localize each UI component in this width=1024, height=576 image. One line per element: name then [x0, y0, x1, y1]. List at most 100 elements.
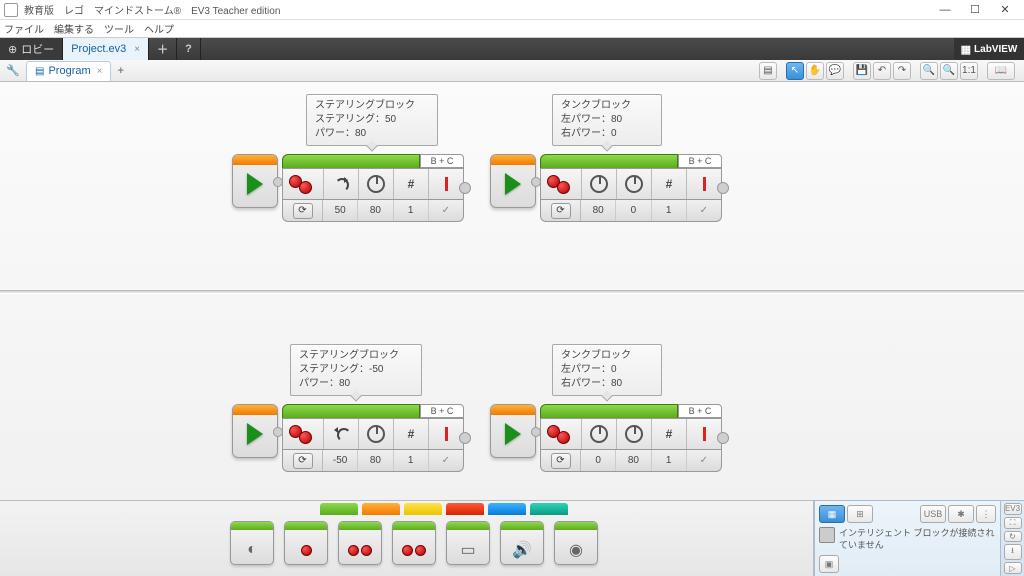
param-rotations-icon: [393, 169, 428, 199]
doc-button[interactable]: ▤: [759, 62, 777, 80]
comment-box[interactable]: ステアリングブロック ステアリング：50 パワー：80: [306, 94, 438, 146]
move-steering-block[interactable]: B + C ⟳ 50 80 1 ✓: [282, 154, 464, 222]
play-icon: [505, 423, 521, 445]
port-selector[interactable]: B + C: [678, 404, 722, 418]
value-rotations[interactable]: 1: [652, 450, 687, 471]
move-steering-block[interactable]: B + C ⟳ -50 80 1 ✓: [282, 404, 464, 472]
palette-tab-myblocks[interactable]: [530, 503, 568, 515]
connection-bluetooth-button[interactable]: ✱: [948, 505, 974, 523]
value-rotations[interactable]: 1: [652, 200, 687, 221]
block-sequence: B + C ⟳ -50 80 1 ✓: [232, 404, 464, 472]
comment-box[interactable]: タンクブロック 左パワー：0 右パワー：80: [552, 344, 662, 396]
program-canvas[interactable]: ステアリングブロック ステアリング：50 パワー：80 タンクブロック 左パワー…: [0, 82, 1024, 500]
menu-file[interactable]: ファイル: [4, 21, 44, 36]
value-power[interactable]: 80: [358, 450, 393, 471]
port-selector[interactable]: B + C: [678, 154, 722, 168]
connection-wifi-button[interactable]: ⋮: [976, 505, 996, 523]
comment-line: タンクブロック: [561, 349, 653, 363]
window-close-button[interactable]: ✕: [990, 1, 1020, 19]
zoom-in-button[interactable]: 🔍: [940, 62, 958, 80]
hardware-download-button[interactable]: ⭳: [1004, 544, 1022, 560]
palette-tab-data[interactable]: [446, 503, 484, 515]
zoom-out-button[interactable]: 🔍: [920, 62, 938, 80]
save-button[interactable]: 💾: [853, 62, 871, 80]
port-selector[interactable]: B + C: [420, 154, 464, 168]
value-brake[interactable]: ✓: [687, 200, 721, 221]
value-left-power[interactable]: 80: [581, 200, 616, 221]
start-block[interactable]: [232, 154, 278, 208]
value-brake[interactable]: ✓: [429, 200, 463, 221]
palette-medium-motor-block[interactable]: ◐: [230, 521, 274, 565]
menu-tools[interactable]: ツール: [104, 21, 134, 36]
palette-tab-sensor[interactable]: [404, 503, 442, 515]
mode-selector[interactable]: ⟳: [293, 453, 313, 469]
hardware-refresh-button[interactable]: ↻: [1004, 531, 1022, 543]
labview-logo: LabVIEW: [954, 38, 1024, 60]
brick-info-button[interactable]: ▦: [819, 505, 845, 523]
value-steering[interactable]: -50: [323, 450, 358, 471]
start-block[interactable]: [232, 404, 278, 458]
hardware-run-button[interactable]: ▷: [1004, 562, 1022, 574]
tab-lobby[interactable]: ⊕ ロビー: [0, 38, 63, 60]
redo-button[interactable]: ↷: [893, 62, 911, 80]
port-selector[interactable]: B + C: [420, 404, 464, 418]
palette-tab-flow[interactable]: [362, 503, 400, 515]
comment-box[interactable]: タンクブロック 左パワー：80 右パワー：0: [552, 94, 662, 146]
hardware-expand-button[interactable]: ⛶: [1004, 517, 1022, 529]
hardware-ev3-button[interactable]: EV3: [1004, 503, 1022, 515]
tab-project[interactable]: Project.ev3 ×: [63, 38, 149, 60]
start-block[interactable]: [490, 404, 536, 458]
connection-status-text: インテリジェント ブロックが接続されていません: [839, 527, 996, 551]
value-steering[interactable]: 50: [323, 200, 358, 221]
tab-program-close-icon[interactable]: ×: [97, 66, 103, 77]
content-editor-button[interactable]: 📖: [987, 62, 1015, 80]
pointer-tool-button[interactable]: ↖: [786, 62, 804, 80]
value-right-power[interactable]: 80: [616, 450, 651, 471]
value-rotations[interactable]: 1: [394, 450, 429, 471]
value-left-power[interactable]: 0: [581, 450, 616, 471]
mode-selector[interactable]: ⟳: [551, 203, 571, 219]
zoom-fit-button[interactable]: 1:1: [960, 62, 978, 80]
palette-brick-status-light-block[interactable]: ◉: [554, 521, 598, 565]
palette-large-motor-block[interactable]: [284, 521, 328, 565]
value-brake[interactable]: ✓: [429, 450, 463, 471]
tab-project-close-icon[interactable]: ×: [134, 44, 140, 55]
tab-help[interactable]: ?: [177, 38, 201, 60]
palette-tab-advanced[interactable]: [488, 503, 526, 515]
param-brake-icon: [686, 169, 721, 199]
undo-button[interactable]: ↶: [873, 62, 891, 80]
menu-help[interactable]: ヘルプ: [144, 21, 174, 36]
value-right-power[interactable]: 0: [616, 200, 651, 221]
mode-selector[interactable]: ⟳: [293, 203, 313, 219]
value-power[interactable]: 80: [358, 200, 393, 221]
mode-selector[interactable]: ⟳: [551, 453, 571, 469]
param-rotations-icon: [651, 169, 686, 199]
port-view-button[interactable]: ⊞: [847, 505, 873, 523]
window-minimize-button[interactable]: —: [930, 1, 960, 19]
connection-usb-button[interactable]: USB: [920, 505, 946, 523]
palette-items: ◐ ▭ 🔊 ◉: [0, 515, 813, 575]
comment-line: タンクブロック: [561, 99, 653, 113]
tab-add[interactable]: ＋: [149, 38, 177, 60]
tab-program-add[interactable]: +: [117, 65, 123, 77]
window-maximize-button[interactable]: ☐: [960, 1, 990, 19]
available-bricks-button[interactable]: ▣: [819, 555, 839, 573]
move-tank-block[interactable]: B + C ⟳ 80 0 1 ✓: [540, 154, 722, 222]
value-rotations[interactable]: 1: [394, 200, 429, 221]
value-brake[interactable]: ✓: [687, 450, 721, 471]
comment-tool-button[interactable]: 💬: [826, 62, 844, 80]
start-block[interactable]: [490, 154, 536, 208]
menu-edit[interactable]: 編集する: [54, 21, 94, 36]
palette-move-tank-block[interactable]: [392, 521, 436, 565]
tab-program[interactable]: Program ×: [26, 61, 111, 81]
comment-box[interactable]: ステアリングブロック ステアリング：-50 パワー：80: [290, 344, 422, 396]
palette-sound-block[interactable]: 🔊: [500, 521, 544, 565]
palette-display-block[interactable]: ▭: [446, 521, 490, 565]
pan-tool-button[interactable]: ✋: [806, 62, 824, 80]
project-settings-icon[interactable]: [6, 64, 20, 78]
move-tank-block[interactable]: B + C ⟳ 0 80 1 ✓: [540, 404, 722, 472]
palette-move-steering-block[interactable]: [338, 521, 382, 565]
motor-icon: [541, 169, 581, 199]
program-icon: [35, 65, 44, 77]
palette-tab-action[interactable]: [320, 503, 358, 515]
